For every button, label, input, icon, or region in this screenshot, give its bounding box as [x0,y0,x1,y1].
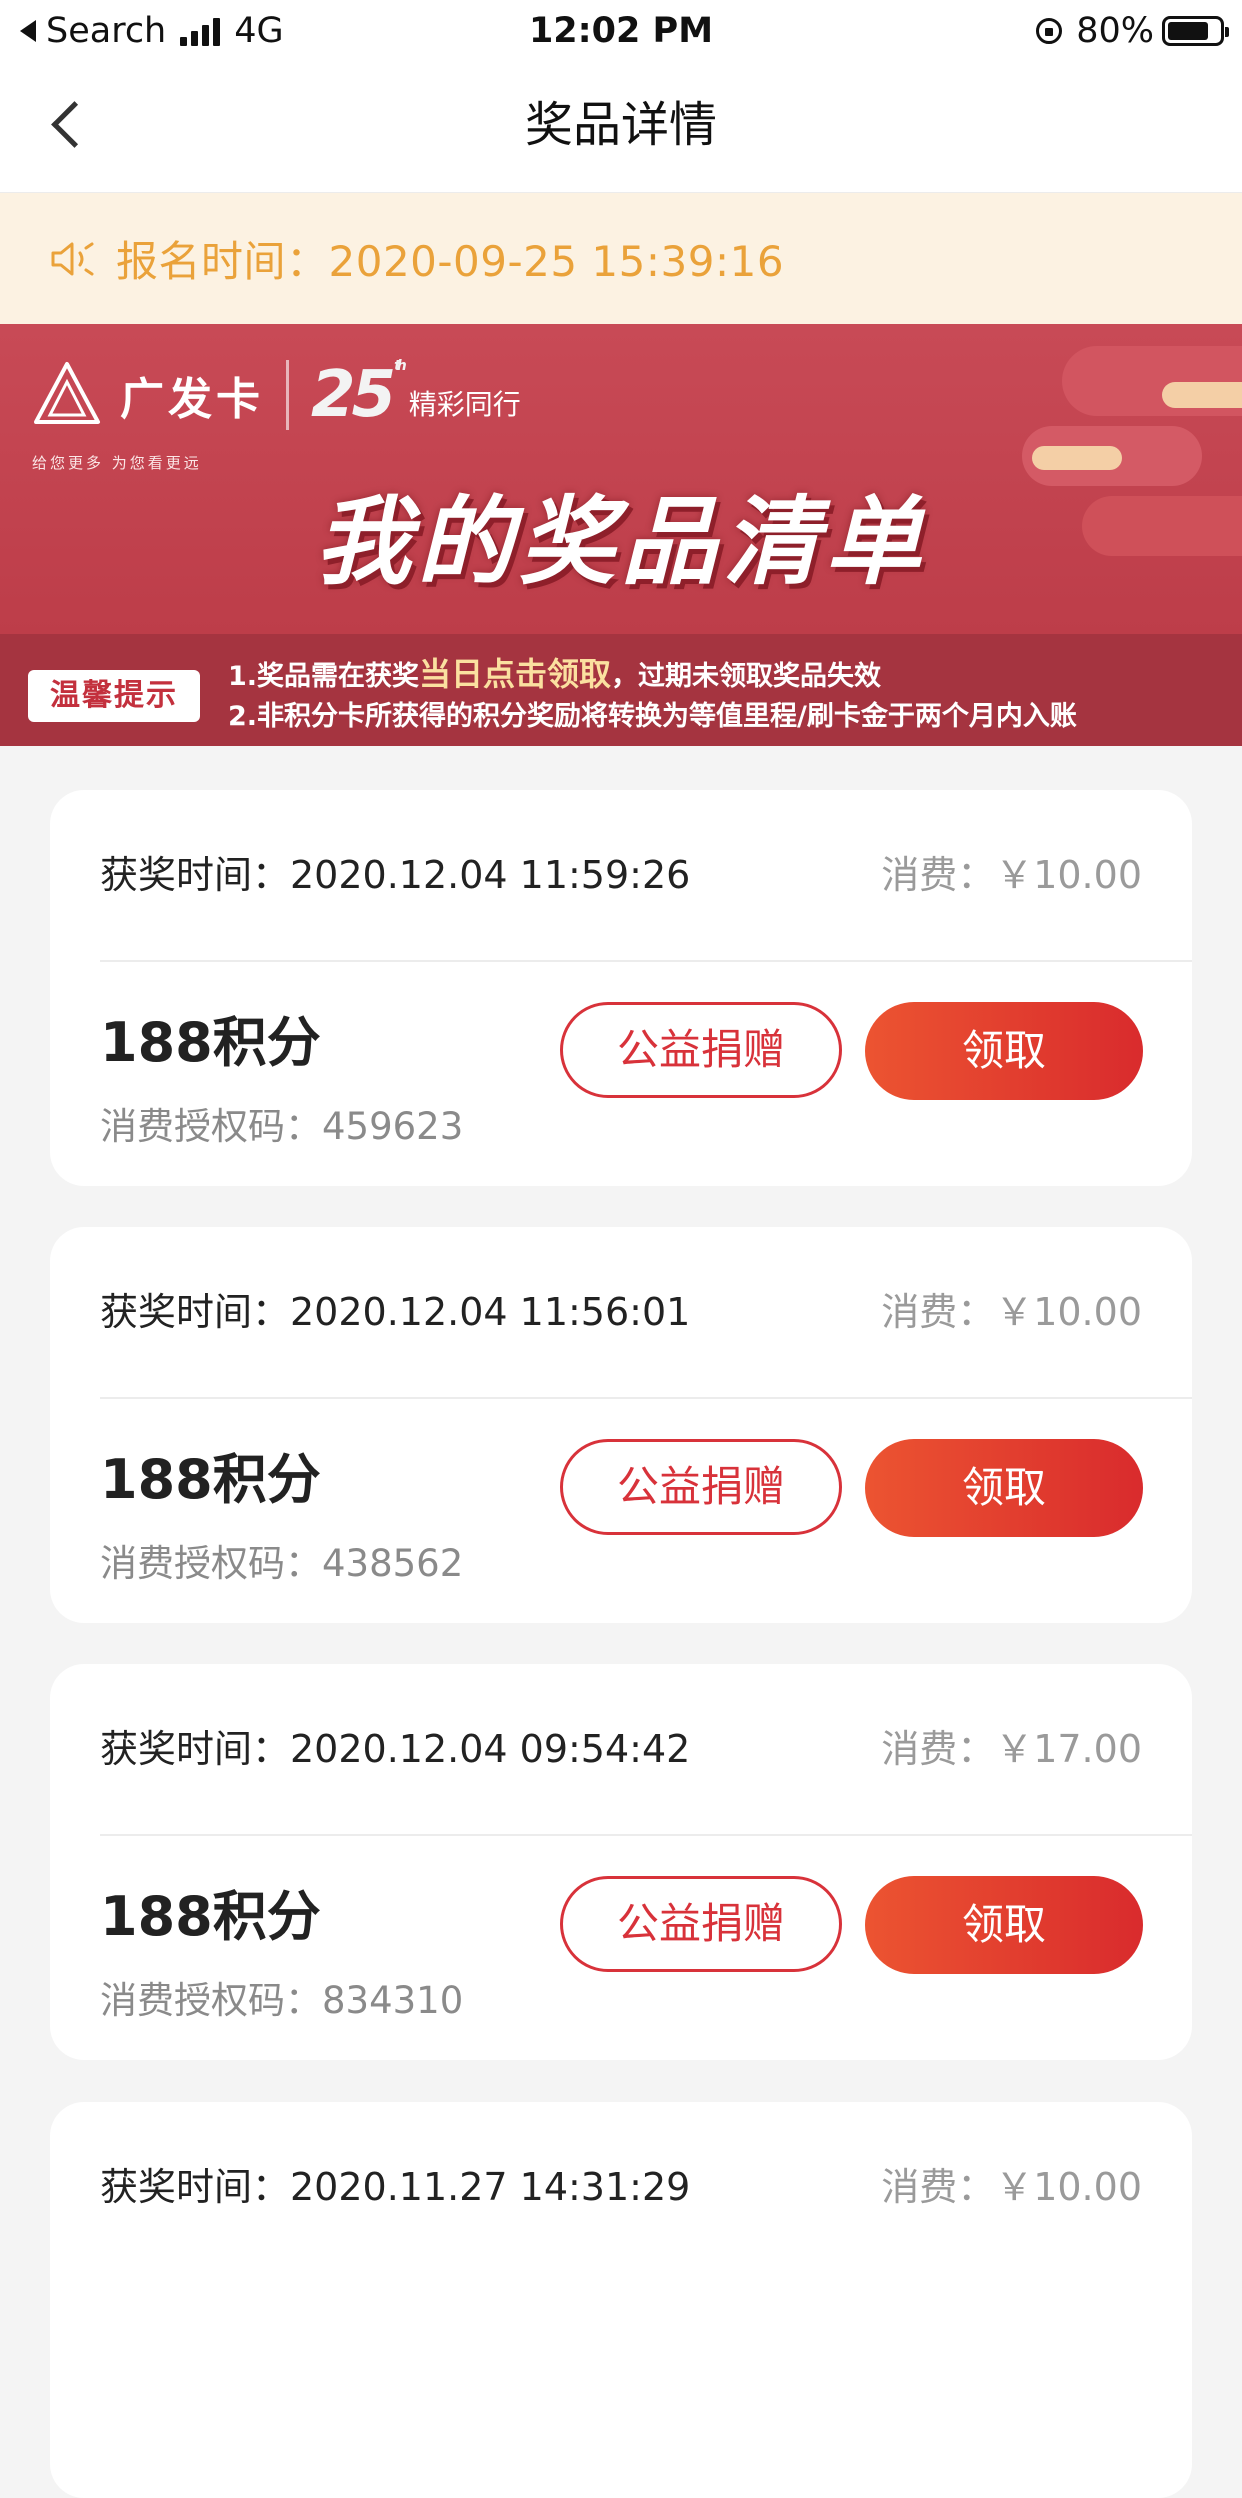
battery-percent: 80% [1076,11,1154,51]
card-divider [100,1834,1192,1836]
page-title: 奖品详情 [524,97,717,153]
auth-code: 消费授权码：438562 [100,1542,464,1585]
claim-button[interactable]: 领取 [865,1876,1143,1974]
card-divider [100,1397,1192,1399]
brand-triangle-icon [34,362,100,424]
registration-time-text: 报名时间：2020-09-25 15:39:16 [116,237,785,286]
donate-button[interactable]: 公益捐赠 [560,1876,842,1972]
status-bar: Search 4G 12:02 PM 80% [0,0,1242,62]
win-time: 获奖时间：2020.12.04 11:59:26 [100,853,691,897]
spend-amount: 消费：￥10.00 [881,853,1142,897]
anniversary-slogan: 精彩同行 [408,388,521,421]
tips-badge: 温馨提示 [28,670,200,722]
tips-text: 1.奖品需在获奖当日点击领取，过期未领取奖品失效 2.非积分卡所获得的积分奖励将… [228,654,1077,737]
claim-button[interactable]: 领取 [865,1002,1143,1100]
prize-record-card: 获奖时间：2020.12.04 11:56:01 消费：￥10.00 188积分… [50,1227,1192,1623]
win-time: 获奖时间：2020.12.04 11:56:01 [100,1290,691,1334]
orientation-lock-icon [1036,18,1063,44]
spend-amount: 消费：￥10.00 [881,1290,1142,1334]
prize-record-card: 获奖时间：2020.11.27 14:31:29 消费：￥10.00 [50,2102,1192,2498]
logo-separator [286,360,289,430]
registration-notice: 报名时间：2020-09-25 15:39:16 [0,193,1242,324]
card-header: 获奖时间：2020.11.27 14:31:29 消费：￥10.00 [100,2102,1192,2272]
card-header: 获奖时间：2020.12.04 11:59:26 消费：￥10.00 [100,790,1192,960]
prize-name: 188积分 [100,1448,321,1511]
card-header: 获奖时间：2020.12.04 11:56:01 消费：￥10.00 [100,1227,1192,1397]
tip1-prefix: 1.奖品需在获奖 [228,661,420,692]
spend-amount: 消费：￥10.00 [881,2165,1142,2209]
spend-amount: 消费：￥17.00 [881,1727,1142,1771]
tip1-suffix: ，过期未领取奖品失效 [611,661,882,692]
speaker-icon [51,242,94,275]
tip-line-2: 2.非积分卡所获得的积分奖励将转换为等值里程/刷卡金于两个月内入账 [228,701,1077,732]
tips-strip: 温馨提示 1.奖品需在获奖当日点击领取，过期未领取奖品失效 2.非积分卡所获得的… [0,634,1242,746]
anniversary-number: 25th [311,358,407,432]
anniversary-suffix: th [394,358,407,374]
card-divider [100,960,1192,962]
battery-fill [1168,22,1208,40]
tip-line-1: 1.奖品需在获奖当日点击领取，过期未领取奖品失效 [228,654,1077,697]
navigation-bar: 奖品详情 [0,62,1242,193]
auth-code: 消费授权码：459623 [100,1105,464,1148]
donate-button[interactable]: 公益捐赠 [560,1439,842,1535]
auth-code: 消费授权码：834310 [100,1979,464,2022]
battery-icon [1162,16,1229,46]
prize-list-banner: 广发卡 25th 精彩同行 给您更多 为您看更远 我的奖品清单 温馨提示 1.奖… [0,324,1242,746]
banner-title: 我的奖品清单 [315,486,927,598]
status-right: 80% [1036,8,1229,54]
claim-button[interactable]: 领取 [865,1439,1143,1537]
card-header: 获奖时间：2020.12.04 09:54:42 消费：￥17.00 [100,1664,1192,1834]
prize-record-card: 获奖时间：2020.12.04 11:59:26 消费：￥10.00 188积分… [50,790,1192,1186]
win-time: 获奖时间：2020.11.27 14:31:29 [100,2165,691,2209]
anniversary-value: 25 [311,358,396,432]
win-time: 获奖时间：2020.12.04 09:54:42 [100,1727,691,1771]
tip1-highlight: 当日点击领取 [419,655,612,693]
brand-logo: 广发卡 25th 精彩同行 给您更多 为您看更远 [32,358,521,472]
donate-button[interactable]: 公益捐赠 [560,1002,842,1098]
brand-name: 广发卡 [120,374,264,425]
prize-record-card: 获奖时间：2020.12.04 09:54:42 消费：￥17.00 188积分… [50,1664,1192,2060]
prize-name: 188积分 [100,1011,321,1074]
prize-name: 188积分 [100,1885,321,1948]
